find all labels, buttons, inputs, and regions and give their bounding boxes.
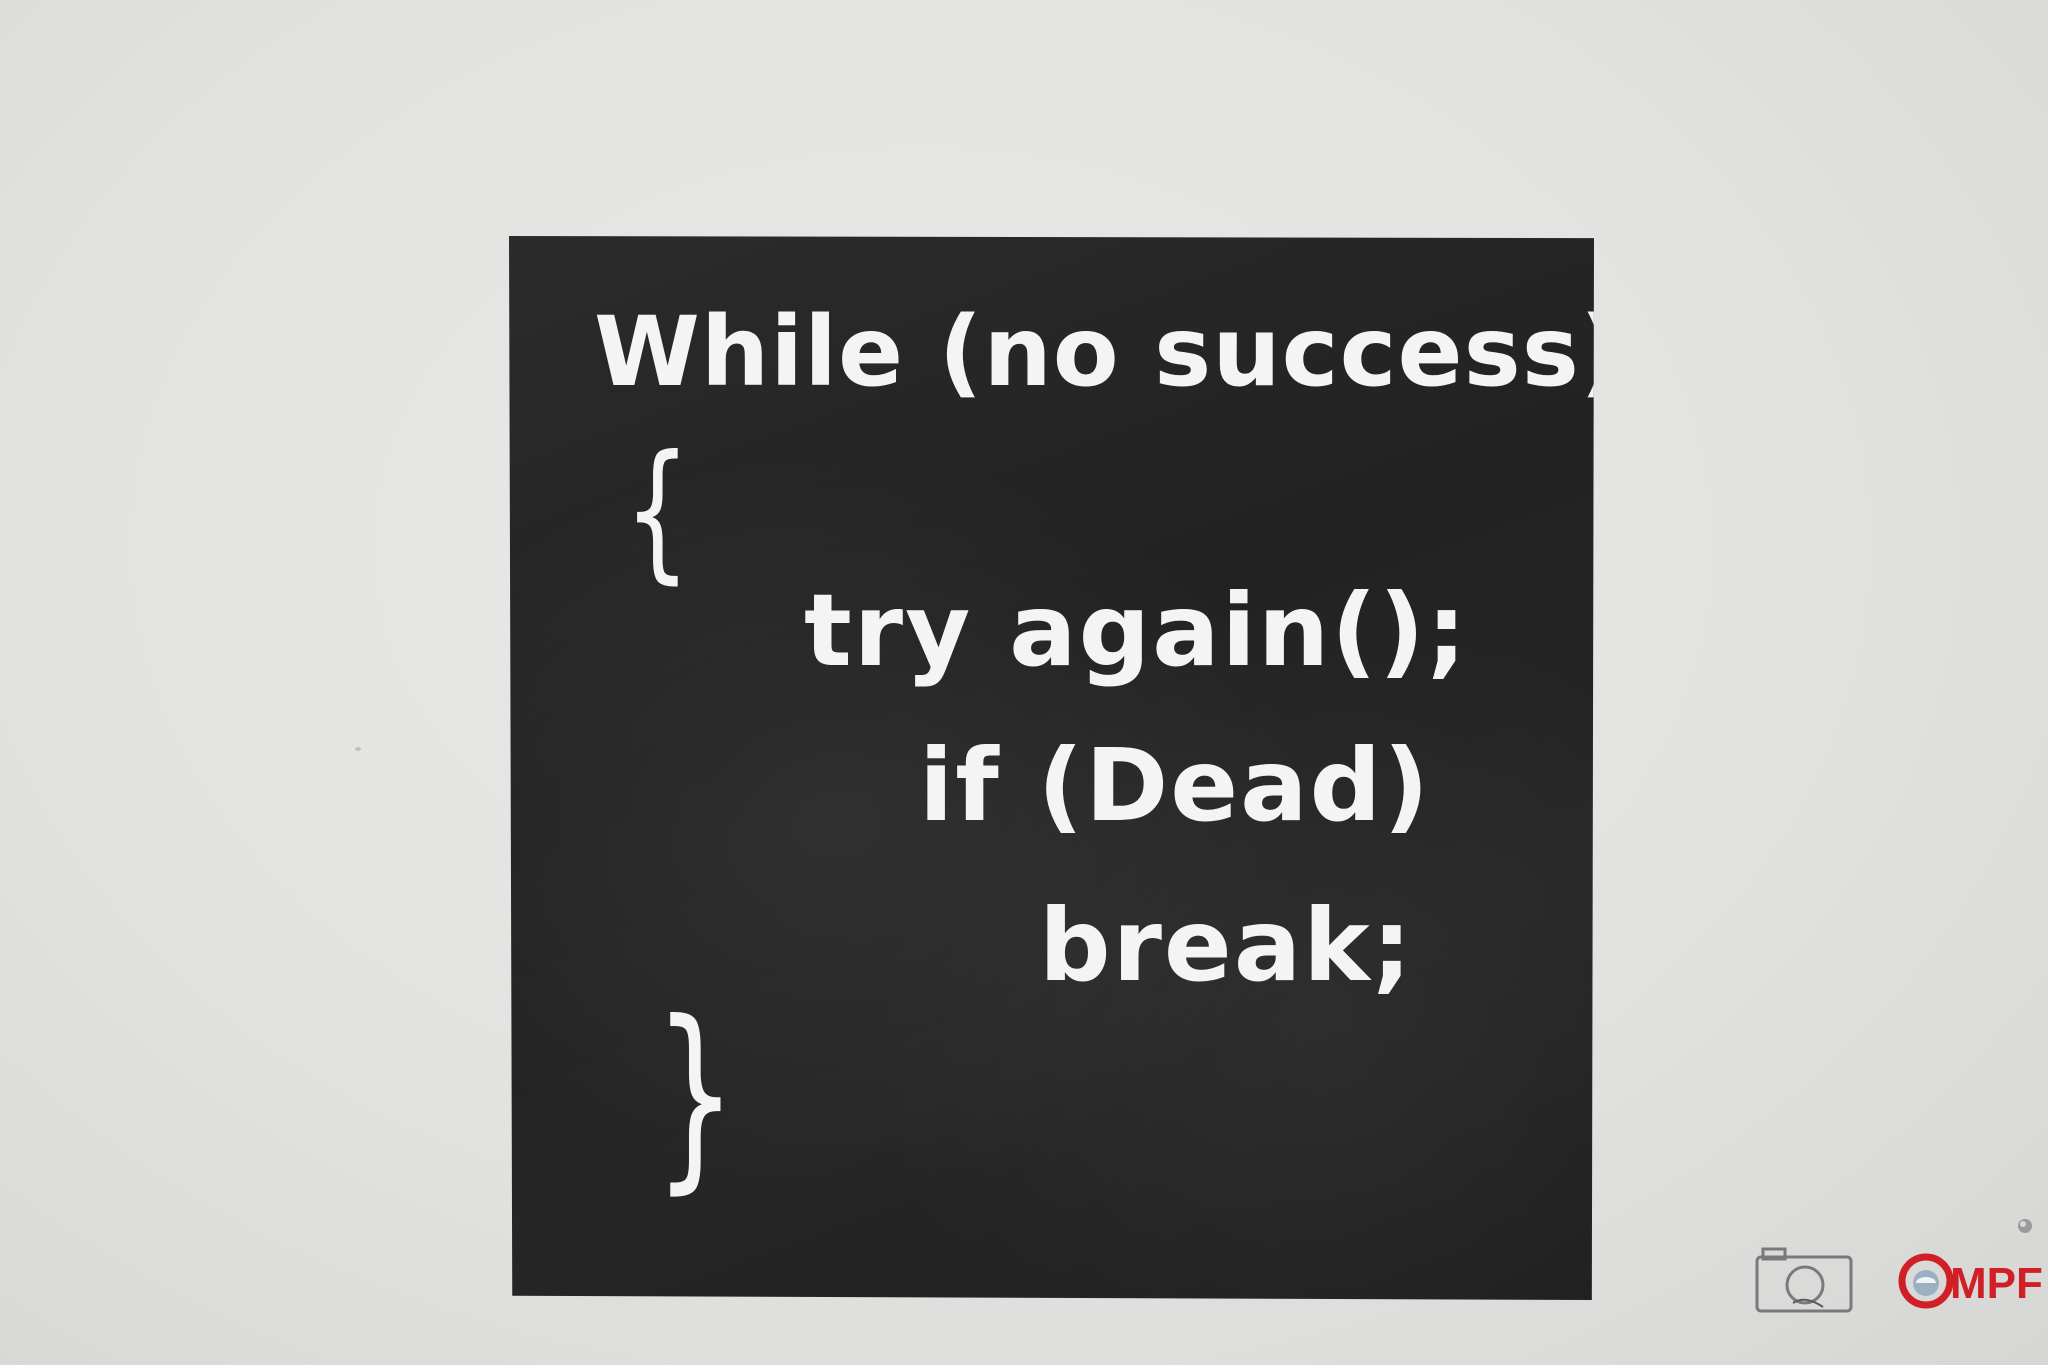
poster-line-while: While (no success) bbox=[594, 296, 1625, 408]
camera-icon bbox=[1755, 1247, 1853, 1313]
code-poster: While (no success) { try again(); if (De… bbox=[509, 236, 1594, 1300]
globe-icon bbox=[1898, 1253, 1954, 1309]
brand-text: MPF bbox=[1950, 1259, 2043, 1308]
wall-speck bbox=[355, 747, 361, 751]
poster-line-close-brace: } bbox=[654, 979, 739, 1212]
poster-line-break: break; bbox=[1039, 887, 1414, 1004]
pushpin-icon bbox=[2018, 1219, 2032, 1233]
photographer-watermark: MPF bbox=[1753, 1245, 2048, 1325]
brand-logo: MPF bbox=[1898, 1253, 2043, 1309]
poster-line-try-again: try again(); bbox=[804, 572, 1469, 689]
poster-line-if-dead: if (Dead) bbox=[919, 727, 1431, 844]
poster-line-open-brace: { bbox=[624, 424, 693, 598]
